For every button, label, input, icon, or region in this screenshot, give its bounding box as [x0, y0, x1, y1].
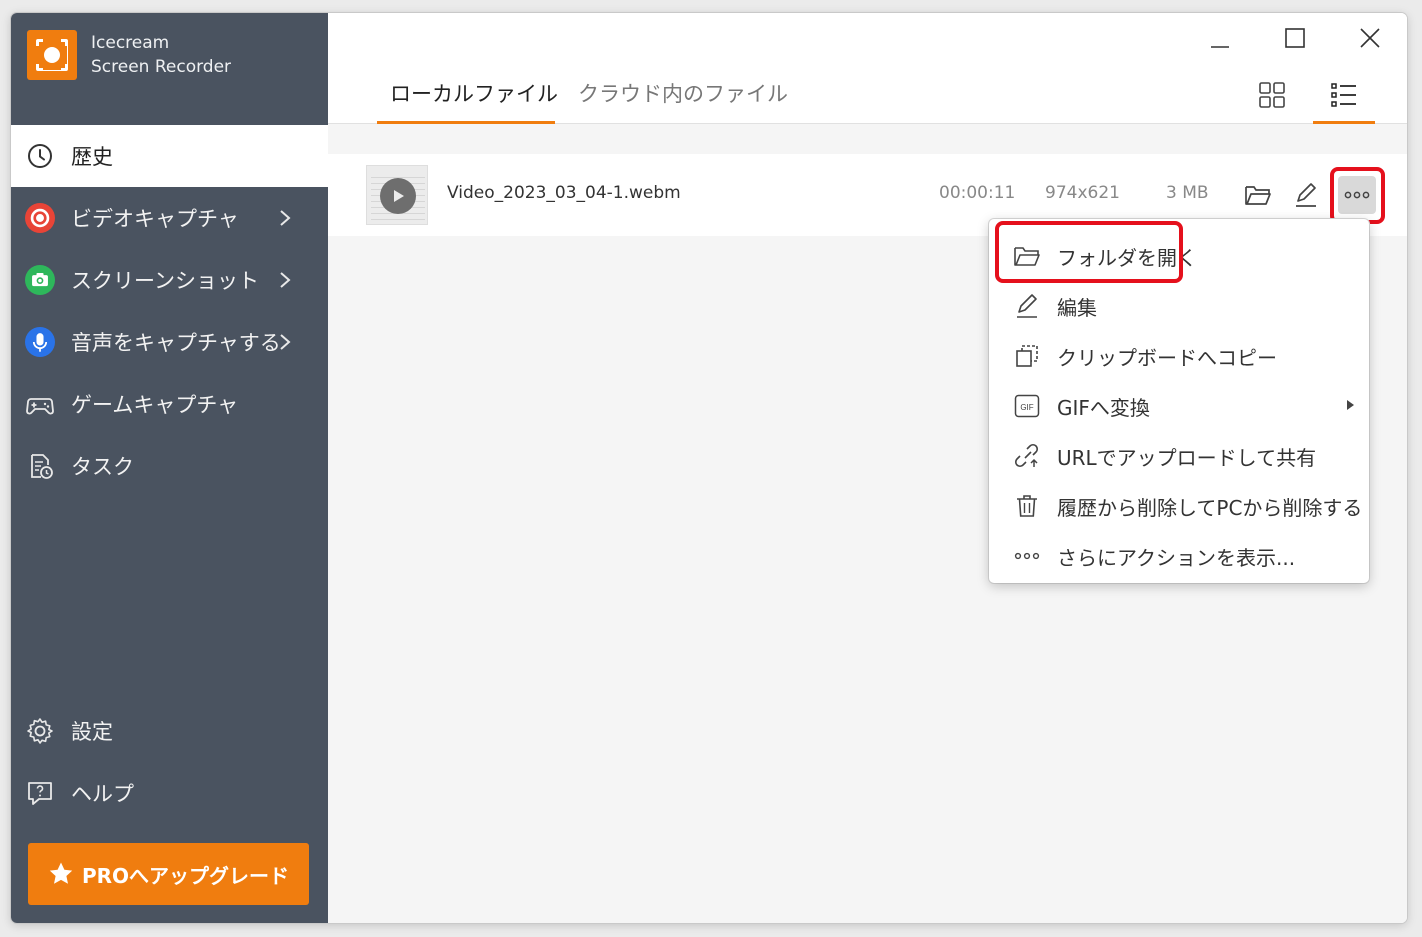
main-panel: ローカルファイル クラウド内のファイル Video_2023_03_04-1.w… [328, 13, 1407, 923]
sidebar-item-label: ヘルプ [71, 782, 134, 806]
help-icon [25, 778, 55, 808]
menu-item-label: さらにアクションを表示... [1057, 545, 1296, 570]
upgrade-pro-label: PROへアップグレード [81, 863, 290, 888]
copy-icon [1012, 341, 1042, 371]
more-dots-icon [1344, 191, 1370, 199]
menu-item-label: 編集 [1057, 295, 1097, 320]
chevron-right-icon [280, 272, 291, 288]
maximize-button[interactable] [1275, 23, 1315, 53]
gif-icon: GIF [1012, 391, 1042, 421]
star-icon [49, 862, 73, 884]
video-thumbnail[interactable] [366, 165, 428, 225]
chevron-right-icon [280, 334, 291, 350]
sidebar: Icecream Screen Recorder 歴史 ビデオキャプチャ スクリ… [11, 13, 328, 923]
menu-item-label: URLでアップロードして共有 [1057, 445, 1317, 470]
menu-item-edit[interactable]: 編集 [989, 281, 1369, 331]
more-actions-button[interactable] [1338, 176, 1376, 214]
folder-icon [1012, 241, 1042, 271]
sidebar-item-label: スクリーンショット [71, 269, 259, 293]
chevron-right-icon [280, 210, 291, 226]
sidebar-item-settings[interactable]: 設定 [11, 700, 328, 762]
file-size: 3 MB [1166, 183, 1209, 203]
open-folder-button[interactable] [1241, 178, 1275, 212]
file-resolution: 974x621 [1045, 183, 1120, 203]
active-view-indicator [1313, 121, 1375, 124]
upgrade-pro-button[interactable]: PROへアップグレード [28, 843, 309, 905]
menu-item-more-actions[interactable]: さらにアクションを表示... [989, 531, 1369, 581]
play-icon [380, 178, 416, 214]
pencil-icon [1296, 183, 1316, 207]
menu-item-label: GIFへ変換 [1057, 395, 1150, 420]
minimize-button[interactable] [1200, 23, 1240, 53]
app-window: Icecream Screen Recorder 歴史 ビデオキャプチャ スクリ… [11, 13, 1407, 923]
sidebar-item-label: ゲームキャプチャ [71, 393, 239, 417]
gamepad-icon [25, 389, 55, 419]
close-button[interactable] [1350, 23, 1390, 53]
folder-icon [1245, 186, 1271, 205]
close-icon [1360, 28, 1380, 48]
tab-local-files[interactable]: ローカルファイル [390, 78, 558, 124]
context-menu: フォルダを開く 編集 クリップボードへコピー GIF GIFへ変換 URLでアッ… [989, 219, 1369, 583]
sidebar-item-tasks[interactable]: タスク [11, 435, 328, 497]
camera-icon [25, 265, 55, 295]
sidebar-nav: 歴史 ビデオキャプチャ スクリーンショット 音声をキャプチャする ゲームキャプチ… [11, 125, 328, 497]
sidebar-item-label: 歴史 [71, 145, 113, 169]
submenu-arrow-icon [1347, 400, 1354, 410]
maximize-icon [1285, 28, 1305, 48]
record-icon [25, 203, 55, 233]
sidebar-item-help[interactable]: ヘルプ [11, 762, 328, 824]
menu-item-label: 履歴から削除してPCから削除する [1057, 495, 1363, 520]
link-icon [1012, 441, 1042, 471]
app-logo-icon [27, 30, 77, 80]
trash-icon [1012, 491, 1042, 521]
tab-label: クラウド内のファイル [578, 82, 788, 106]
grid-view-button[interactable] [1250, 75, 1294, 115]
more-dots-icon [1012, 541, 1042, 571]
edit-button[interactable] [1289, 178, 1323, 212]
menu-item-delete[interactable]: 履歴から削除してPCから削除する [989, 481, 1369, 531]
active-tab-indicator [377, 121, 555, 124]
gear-icon [25, 716, 55, 746]
sidebar-item-screenshot[interactable]: スクリーンショット [11, 249, 328, 311]
brand: Icecream Screen Recorder [27, 30, 231, 80]
sidebar-item-label: ビデオキャプチャ [71, 207, 239, 231]
app-name-line2: Screen Recorder [91, 57, 232, 77]
sidebar-item-video-capture[interactable]: ビデオキャプチャ [11, 187, 328, 249]
list-view-icon [1331, 83, 1356, 107]
microphone-icon [25, 327, 55, 357]
gif-badge-text: GIF [1020, 403, 1033, 412]
file-duration: 00:00:11 [939, 183, 1016, 203]
sidebar-item-label: 設定 [71, 720, 113, 744]
app-name: Icecream Screen Recorder [91, 31, 231, 79]
pencil-icon [1012, 291, 1042, 321]
sidebar-item-game-capture[interactable]: ゲームキャプチャ [11, 373, 328, 435]
minimize-icon [1211, 46, 1229, 48]
menu-item-upload-share[interactable]: URLでアップロードして共有 [989, 431, 1369, 481]
sidebar-item-audio-capture[interactable]: 音声をキャプチャする [11, 311, 328, 373]
app-name-line1: Icecream [91, 33, 170, 53]
tab-cloud-files[interactable]: クラウド内のファイル [578, 78, 788, 124]
menu-item-copy-clipboard[interactable]: クリップボードへコピー [989, 331, 1369, 381]
sidebar-item-history[interactable]: 歴史 [11, 125, 328, 187]
menu-item-convert-gif[interactable]: GIF GIFへ変換 [989, 381, 1369, 431]
menu-item-label: フォルダを開く [1057, 245, 1197, 270]
grid-view-icon [1259, 82, 1285, 108]
sidebar-item-label: 音声をキャプチャする [71, 331, 281, 355]
sidebar-bottom-nav: 設定 ヘルプ [11, 700, 328, 824]
tab-label: ローカルファイル [390, 82, 558, 106]
file-name: Video_2023_03_04-1.webm [447, 183, 681, 203]
clock-icon [25, 141, 55, 171]
list-view-button[interactable] [1322, 75, 1366, 115]
header: ローカルファイル クラウド内のファイル [328, 13, 1407, 124]
menu-item-label: クリップボードへコピー [1057, 345, 1277, 370]
task-schedule-icon [25, 451, 55, 481]
sidebar-item-label: タスク [71, 455, 134, 479]
menu-item-open-folder[interactable]: フォルダを開く [989, 231, 1369, 281]
